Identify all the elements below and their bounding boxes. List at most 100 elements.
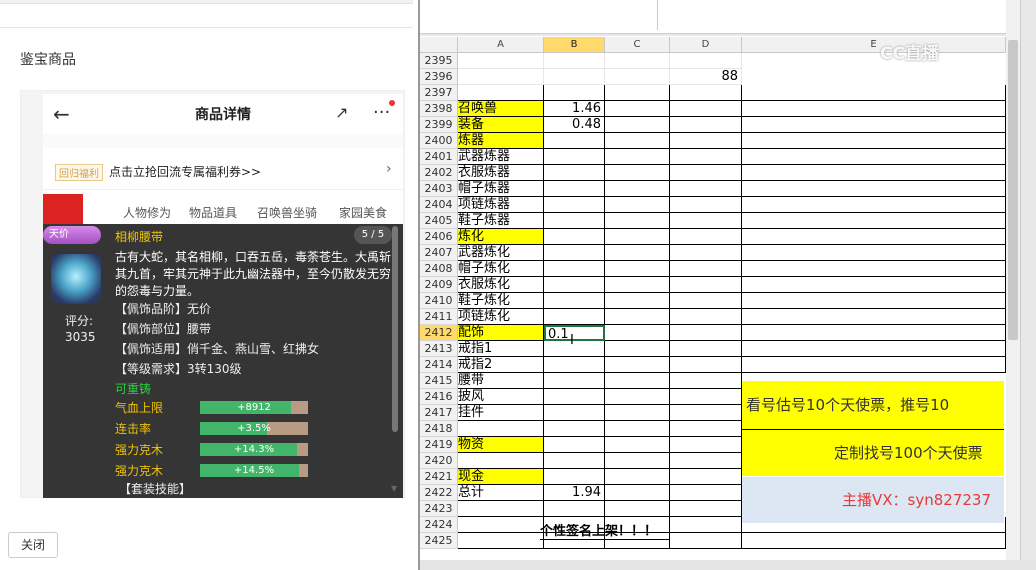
row-header[interactable]: 2416: [420, 389, 458, 405]
cell[interactable]: 总计: [458, 485, 544, 501]
note-custom[interactable]: 定制找号100个天使票: [742, 429, 1004, 476]
cell[interactable]: [605, 485, 670, 501]
cell[interactable]: [458, 421, 544, 437]
cell[interactable]: [544, 261, 605, 277]
banner-text[interactable]: 个性签名上架！！！: [540, 524, 670, 540]
row-header[interactable]: 2424: [420, 517, 458, 533]
cell[interactable]: [605, 325, 670, 341]
row-header[interactable]: 2403: [420, 181, 458, 197]
cell[interactable]: [670, 357, 742, 373]
name-box[interactable]: [420, 0, 658, 30]
cell[interactable]: [544, 213, 605, 229]
cell[interactable]: 88: [670, 69, 742, 85]
cell[interactable]: [670, 533, 742, 549]
promo-banner[interactable]: 回归福利 点击立抢回流专属福利券>> ›: [43, 152, 403, 190]
more-icon[interactable]: ···: [373, 102, 390, 123]
cell[interactable]: [605, 309, 670, 325]
cell[interactable]: 武器炼器: [458, 149, 544, 165]
row-header[interactable]: 2422: [420, 485, 458, 501]
cell[interactable]: 鞋子炼器: [458, 213, 544, 229]
tab-pets[interactable]: 召唤兽坐骑: [257, 204, 317, 221]
tab-character[interactable]: 人物修为: [123, 204, 171, 221]
cell[interactable]: [670, 405, 742, 421]
cell[interactable]: [670, 293, 742, 309]
cell[interactable]: [670, 501, 742, 517]
row-header[interactable]: 2398: [420, 101, 458, 117]
vertical-scrollbar[interactable]: [1006, 0, 1020, 570]
cell[interactable]: [458, 85, 544, 101]
row-header[interactable]: 2412: [420, 325, 458, 341]
cell[interactable]: [605, 165, 670, 181]
cell[interactable]: [670, 213, 742, 229]
cell[interactable]: 炼器: [458, 133, 544, 149]
cell[interactable]: [670, 261, 742, 277]
cell[interactable]: [605, 181, 670, 197]
cell[interactable]: [544, 357, 605, 373]
cell[interactable]: [605, 389, 670, 405]
cell[interactable]: [670, 453, 742, 469]
row-header[interactable]: 2425: [420, 533, 458, 549]
cell[interactable]: [670, 421, 742, 437]
cell[interactable]: [544, 69, 605, 85]
cell[interactable]: [458, 69, 544, 85]
cell[interactable]: [742, 133, 1006, 149]
cell[interactable]: [605, 501, 670, 517]
cell[interactable]: 帽子炼化: [458, 261, 544, 277]
cell[interactable]: [742, 293, 1006, 309]
cell[interactable]: [544, 133, 605, 149]
cell[interactable]: [605, 197, 670, 213]
cell[interactable]: [742, 325, 1006, 341]
cell[interactable]: [544, 341, 605, 357]
cell[interactable]: [544, 437, 605, 453]
cell[interactable]: [544, 421, 605, 437]
cell[interactable]: [544, 229, 605, 245]
cell[interactable]: 腰带: [458, 373, 544, 389]
cell[interactable]: [742, 101, 1006, 117]
cell[interactable]: 1.46: [544, 101, 605, 117]
row-header[interactable]: 2397: [420, 85, 458, 101]
phone-scrollbar[interactable]: [392, 226, 398, 432]
cell[interactable]: [544, 165, 605, 181]
cell[interactable]: [544, 277, 605, 293]
column-header-d[interactable]: D: [670, 37, 742, 53]
row-header[interactable]: 2420: [420, 453, 458, 469]
cell[interactable]: [670, 373, 742, 389]
select-all-corner[interactable]: [420, 37, 458, 53]
cell[interactable]: [605, 341, 670, 357]
cell[interactable]: [670, 325, 742, 341]
cell[interactable]: [605, 229, 670, 245]
cell[interactable]: [605, 261, 670, 277]
cell[interactable]: [544, 373, 605, 389]
cell[interactable]: 0.1: [544, 325, 605, 341]
row-header[interactable]: 2419: [420, 437, 458, 453]
cell[interactable]: [544, 309, 605, 325]
cell[interactable]: [605, 101, 670, 117]
cell[interactable]: [544, 181, 605, 197]
cell[interactable]: [670, 229, 742, 245]
row-header[interactable]: 2395: [420, 53, 458, 69]
cell[interactable]: [670, 165, 742, 181]
cell[interactable]: 物资: [458, 437, 544, 453]
cell[interactable]: 炼化: [458, 229, 544, 245]
cell[interactable]: [605, 245, 670, 261]
cell[interactable]: [605, 293, 670, 309]
cell[interactable]: [670, 389, 742, 405]
cell[interactable]: [544, 453, 605, 469]
cell[interactable]: [670, 85, 742, 101]
row-header[interactable]: 2421: [420, 469, 458, 485]
cell[interactable]: [605, 213, 670, 229]
cell[interactable]: [670, 101, 742, 117]
cell[interactable]: [670, 53, 742, 69]
row-header[interactable]: 2414: [420, 357, 458, 373]
cell[interactable]: [544, 405, 605, 421]
cell[interactable]: [458, 453, 544, 469]
cell[interactable]: [605, 421, 670, 437]
row-header[interactable]: 2404: [420, 197, 458, 213]
row-header[interactable]: 2400: [420, 133, 458, 149]
cell[interactable]: [670, 437, 742, 453]
row-header[interactable]: 2411: [420, 309, 458, 325]
cell[interactable]: [544, 501, 605, 517]
cell[interactable]: [458, 53, 544, 69]
cell[interactable]: [742, 181, 1006, 197]
cell[interactable]: [605, 405, 670, 421]
